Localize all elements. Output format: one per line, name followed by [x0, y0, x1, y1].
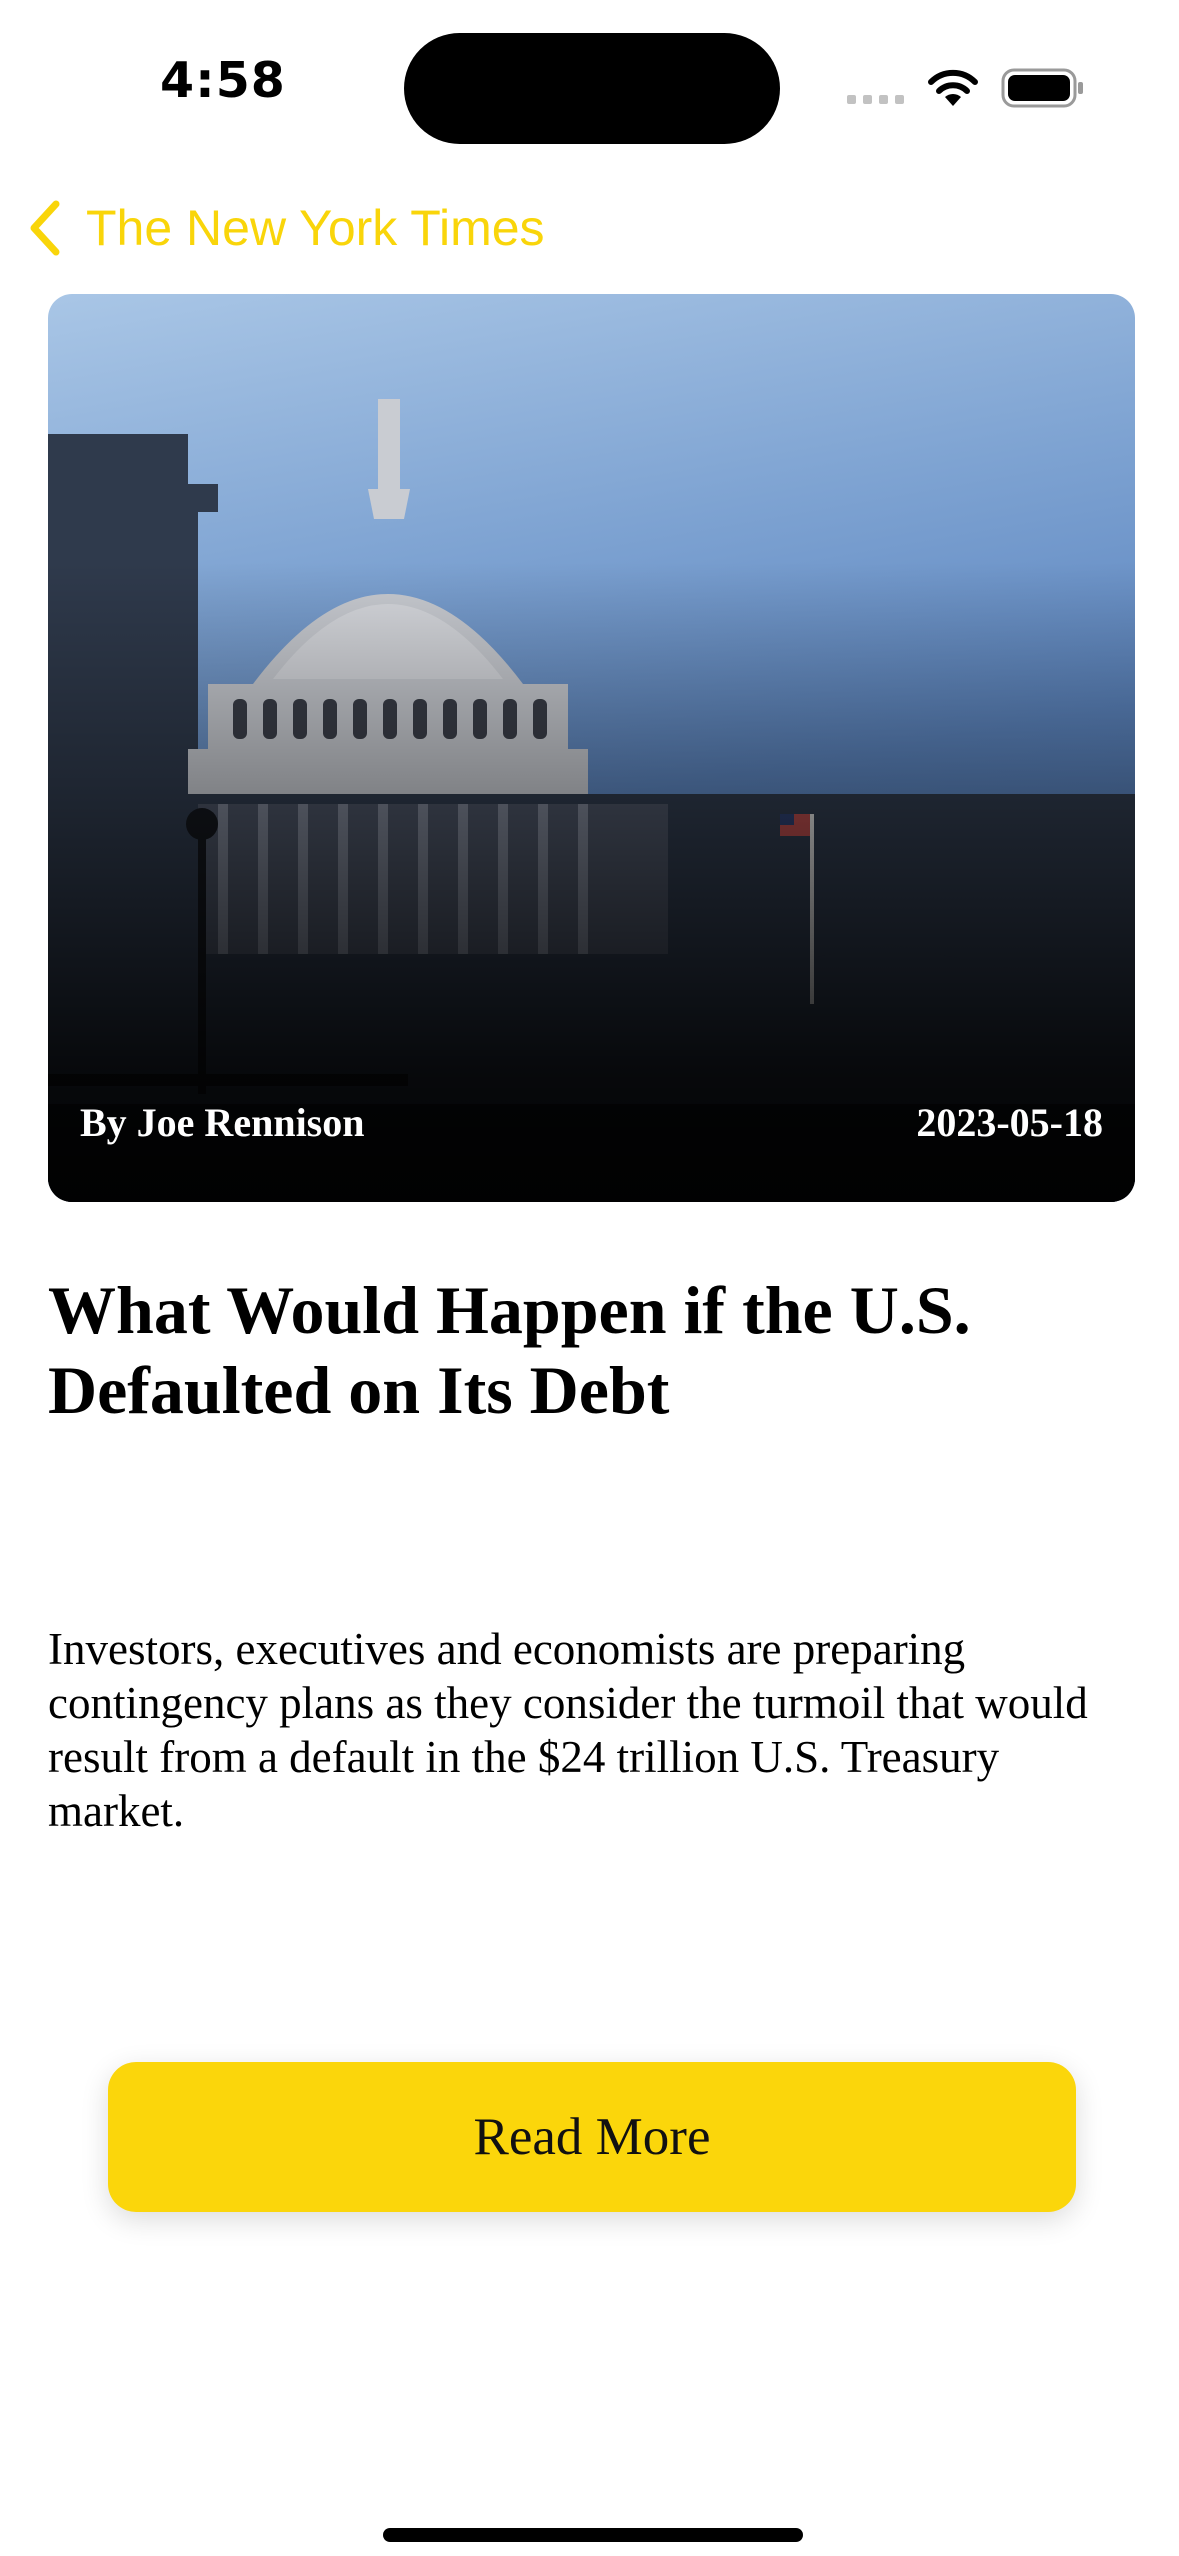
article-title: What Would Happen if the U.S. Defaulted … — [48, 1272, 971, 1428]
read-more-label: Read More — [473, 2108, 711, 2166]
article-summary: Investors, executives and economists are… — [48, 1624, 1088, 1836]
article-author: By Joe Rennison — [80, 1100, 365, 1145]
article-image-card: By Joe Rennison 2023-05-18 — [48, 294, 1135, 1202]
back-label: The New York Times — [86, 200, 545, 256]
status-time: 4:58 — [160, 52, 286, 109]
back-button[interactable]: The New York Times — [24, 196, 545, 260]
read-more-button[interactable]: Read More — [108, 2062, 1076, 2212]
battery-icon — [1001, 68, 1083, 108]
dynamic-island — [404, 33, 780, 144]
cellular-signal-icon — [847, 95, 904, 104]
home-indicator[interactable] — [383, 2528, 803, 2542]
chevron-left-icon — [30, 200, 60, 256]
article-date: 2023-05-18 — [916, 1100, 1103, 1145]
wifi-icon — [928, 69, 978, 106]
